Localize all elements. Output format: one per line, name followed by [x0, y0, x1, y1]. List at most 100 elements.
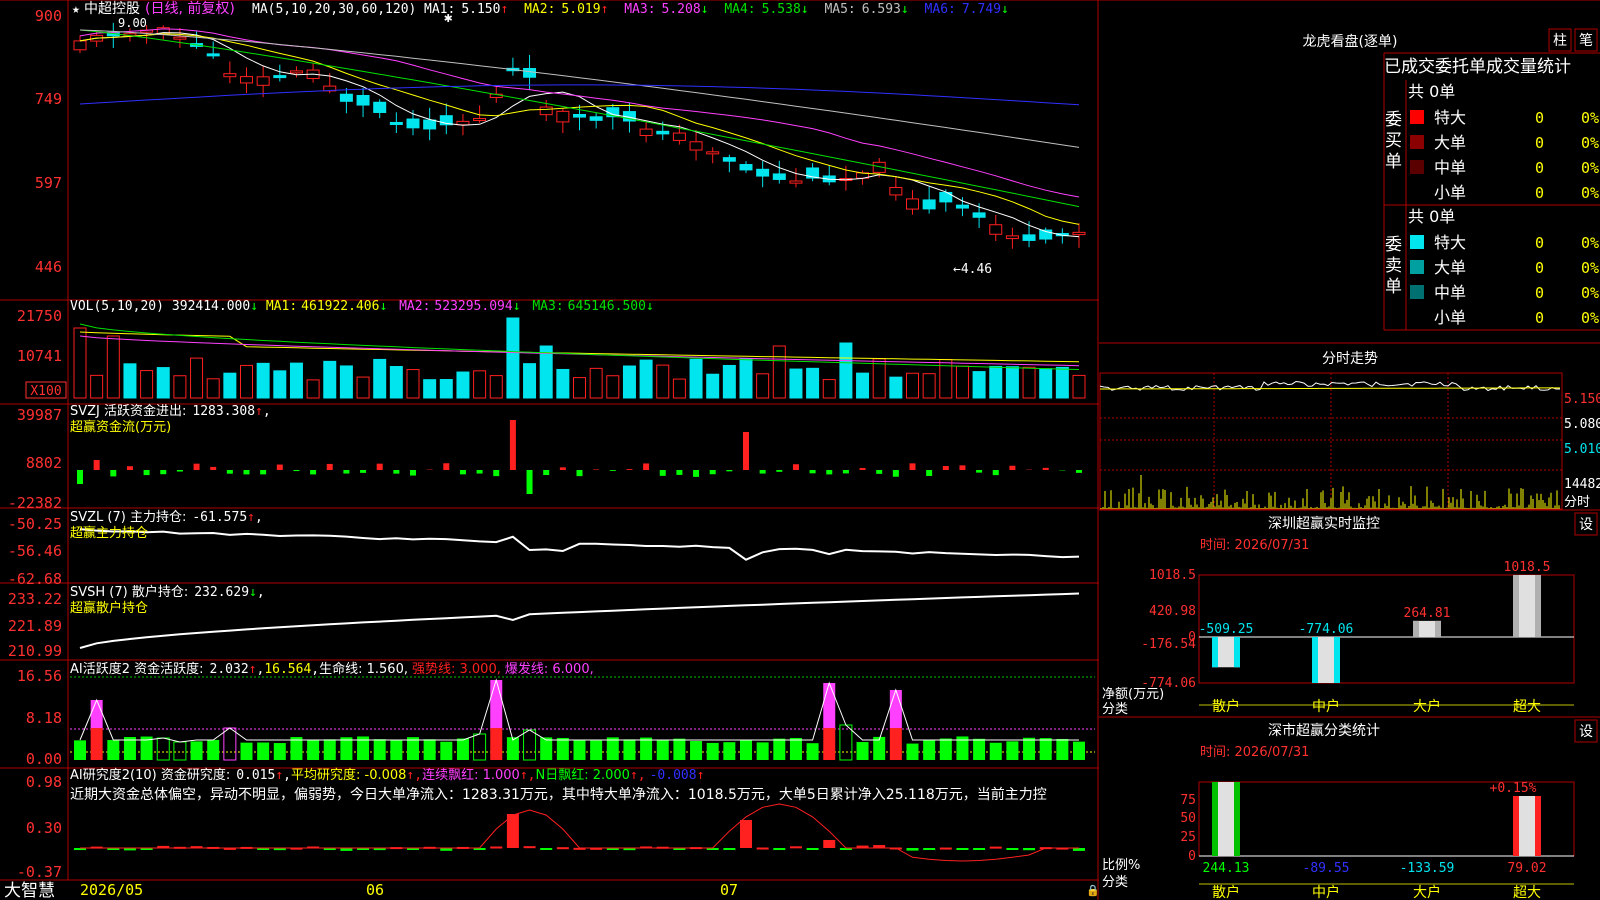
active-bar — [207, 739, 220, 760]
active-strong: 强势线: 3.000, — [412, 661, 501, 677]
btn-zhu[interactable]: 柱 — [1553, 33, 1567, 49]
volume-bar — [1072, 374, 1086, 399]
volume-bar — [240, 364, 253, 399]
candle-body — [1022, 234, 1036, 241]
ma6-name: MA6: — [925, 2, 956, 17]
active-value: 2.032 — [210, 662, 249, 677]
research-tick-2: -0.37 — [17, 863, 62, 881]
sz-xlabel: 分类 — [1102, 702, 1128, 717]
svzj-bar — [976, 470, 983, 473]
sz-category: 大户 — [1413, 698, 1441, 715]
sf-bar-shade — [1535, 796, 1541, 856]
svzj-title: SVZJ 活跃资金进出: — [70, 403, 186, 419]
order-row-value: 0 — [1535, 259, 1544, 277]
sz-settings-button[interactable]: 设 — [1579, 517, 1593, 533]
svzj-value: 1283.308 — [192, 404, 255, 419]
svzj-bar — [643, 463, 650, 470]
active-bar — [806, 743, 819, 760]
candle-body — [273, 75, 287, 79]
active-bar — [240, 742, 253, 760]
svsh-sub: 超赢散户持仓 — [70, 600, 148, 616]
order-row-pct: 0% — [1581, 284, 1599, 302]
ma5-dir: ↓ — [901, 2, 909, 17]
sf-xlabel: 分类 — [1102, 875, 1128, 890]
vol-ma2-dir: ↓ — [513, 299, 521, 314]
ma4-dir: ↓ — [801, 2, 809, 17]
candle-body — [989, 224, 1003, 235]
order-row-name: 中单 — [1434, 158, 1466, 177]
active-bar — [856, 742, 869, 760]
active-bar — [1023, 737, 1036, 760]
volume-bar — [606, 375, 620, 399]
svzj-bar — [726, 470, 733, 472]
research-bar — [1023, 848, 1036, 851]
svzj-bar — [77, 470, 83, 484]
vol-unit: X100 — [30, 384, 61, 399]
sf-settings-button[interactable]: 设 — [1579, 724, 1593, 740]
volume-bar — [173, 375, 187, 399]
svzj-bar — [393, 470, 400, 474]
stock-terminal-chart[interactable]: ★ 中超控股 (日线, 前复权) MA(5,10,20,30,60,120) M… — [0, 0, 1600, 900]
volume-bar — [972, 371, 986, 399]
stock-name[interactable]: 中超控股 — [84, 1, 140, 17]
sz-bar-label: -509.25 — [1199, 622, 1254, 637]
svzj-bar — [543, 470, 550, 476]
fs-title: 分时走势 — [1322, 351, 1378, 367]
fs-vol: 14482 — [1564, 477, 1600, 492]
sf-bar-label: 79.02 — [1507, 861, 1546, 876]
active-bar — [740, 739, 752, 760]
svzj-bar — [276, 464, 283, 470]
volume-bar — [389, 366, 403, 399]
sz-tick: -774.06 — [1141, 676, 1196, 691]
svzj-bar — [626, 469, 633, 470]
svzj-bar — [376, 463, 383, 470]
order-row-value: 0 — [1535, 184, 1544, 202]
active-bar — [756, 742, 769, 760]
active-bar — [440, 741, 453, 760]
order-row-pct: 0% — [1581, 309, 1599, 327]
svsh-dir: ↓ — [249, 585, 257, 600]
active-bar — [423, 739, 436, 760]
volume-bar — [656, 364, 670, 399]
volume-bar — [639, 359, 653, 399]
date-label-1: 06 — [366, 881, 384, 899]
btn-bi[interactable]: 笔 — [1579, 33, 1593, 49]
active-bar — [190, 741, 203, 760]
volume-bar — [373, 358, 387, 399]
active-bar — [640, 737, 653, 760]
active-bar — [407, 737, 419, 760]
research-bar — [789, 846, 802, 849]
ma3-value: 5.208 — [662, 2, 701, 17]
sz-tick: 420.98 — [1149, 604, 1196, 619]
active-bar — [340, 737, 353, 760]
research-title: AI研究度2(10) 资金研究度: — [70, 767, 230, 783]
candle-body — [406, 118, 420, 129]
lock-icon[interactable]: 🔒 — [1086, 884, 1100, 897]
active-bar — [390, 739, 403, 760]
candle-body — [639, 128, 653, 137]
svzj-bar — [476, 470, 483, 474]
candle-body — [473, 118, 487, 122]
research-avg: 平均研究度: -0.008 — [291, 767, 406, 783]
ma3-dir: ↓ — [701, 2, 709, 17]
volume-bar — [689, 358, 703, 399]
order-color-swatch — [1410, 285, 1424, 299]
vol-tick-0: 21750 — [17, 307, 62, 325]
low-price-label: ←4.46 — [953, 262, 992, 277]
sell-total: 共 0单 — [1408, 207, 1455, 226]
svzl-tick-0: -50.25 — [8, 515, 62, 533]
svzj-bar — [1042, 467, 1049, 470]
svzj-bar — [126, 466, 133, 470]
svzj-bar — [792, 464, 799, 470]
volume-bar — [1055, 366, 1069, 399]
volume-bar — [523, 363, 537, 399]
volume-bar — [1039, 368, 1053, 399]
candle-body — [223, 73, 237, 78]
volume-bar — [622, 365, 636, 399]
svzj-legend: SVZJ 活跃资金进出: 1283.308↑, — [70, 403, 271, 419]
research-bar — [523, 846, 536, 849]
svzl-dir: ↑ — [247, 510, 255, 525]
order-row-name: 中单 — [1434, 283, 1466, 302]
svzj-bar — [176, 470, 183, 472]
background — [0, 0, 1600, 900]
